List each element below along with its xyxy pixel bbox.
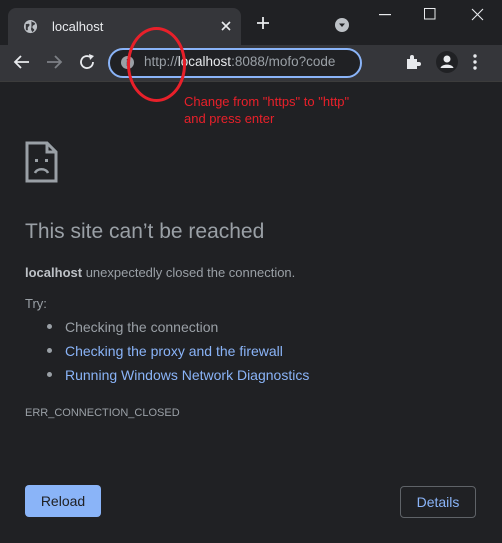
- title-bar: localhost: [0, 0, 502, 45]
- page-title: This site can’t be reached: [25, 220, 265, 243]
- minimize-icon[interactable]: [379, 14, 391, 16]
- maximize-icon[interactable]: [424, 8, 436, 20]
- try-label: Try:: [25, 296, 47, 311]
- globe-icon: [23, 19, 38, 34]
- url-rest: :8088/mofo?code: [231, 54, 336, 69]
- details-button[interactable]: Details: [400, 486, 476, 518]
- close-tab-icon[interactable]: [218, 18, 234, 34]
- back-icon[interactable]: [13, 53, 31, 71]
- tab-title: localhost: [52, 19, 104, 34]
- suggestions-list: Checking the connection Checking the pro…: [47, 318, 309, 390]
- reload-icon[interactable]: [78, 53, 96, 71]
- sad-page-icon: [25, 141, 58, 183]
- profile-icon[interactable]: [436, 51, 458, 73]
- tab-localhost[interactable]: localhost: [8, 8, 241, 45]
- menu-icon[interactable]: [472, 53, 478, 71]
- host-name: localhost: [25, 265, 83, 280]
- toolbar: http://localhost:8088/mofo?code: [0, 45, 502, 82]
- forward-icon[interactable]: [45, 53, 63, 71]
- tab-search-icon[interactable]: [334, 17, 350, 33]
- suggestion-check-connection: Checking the connection: [47, 318, 309, 342]
- error-code: ERR_CONNECTION_CLOSED: [25, 407, 180, 419]
- annotation-text: Change from "https" to "http" and press …: [184, 94, 350, 126]
- close-window-icon[interactable]: [471, 8, 484, 21]
- error-description: localhost unexpectedly closed the connec…: [25, 265, 295, 280]
- error-message: unexpectedly closed the connection.: [82, 265, 296, 280]
- new-tab-icon[interactable]: [255, 15, 271, 31]
- suggestion-network-diagnostics-link[interactable]: Running Windows Network Diagnostics: [47, 366, 309, 390]
- extensions-icon[interactable]: [404, 53, 422, 71]
- suggestion-check-proxy-link[interactable]: Checking the proxy and the firewall: [47, 342, 309, 366]
- reload-button[interactable]: Reload: [25, 485, 101, 517]
- annotation-circle: [127, 27, 186, 102]
